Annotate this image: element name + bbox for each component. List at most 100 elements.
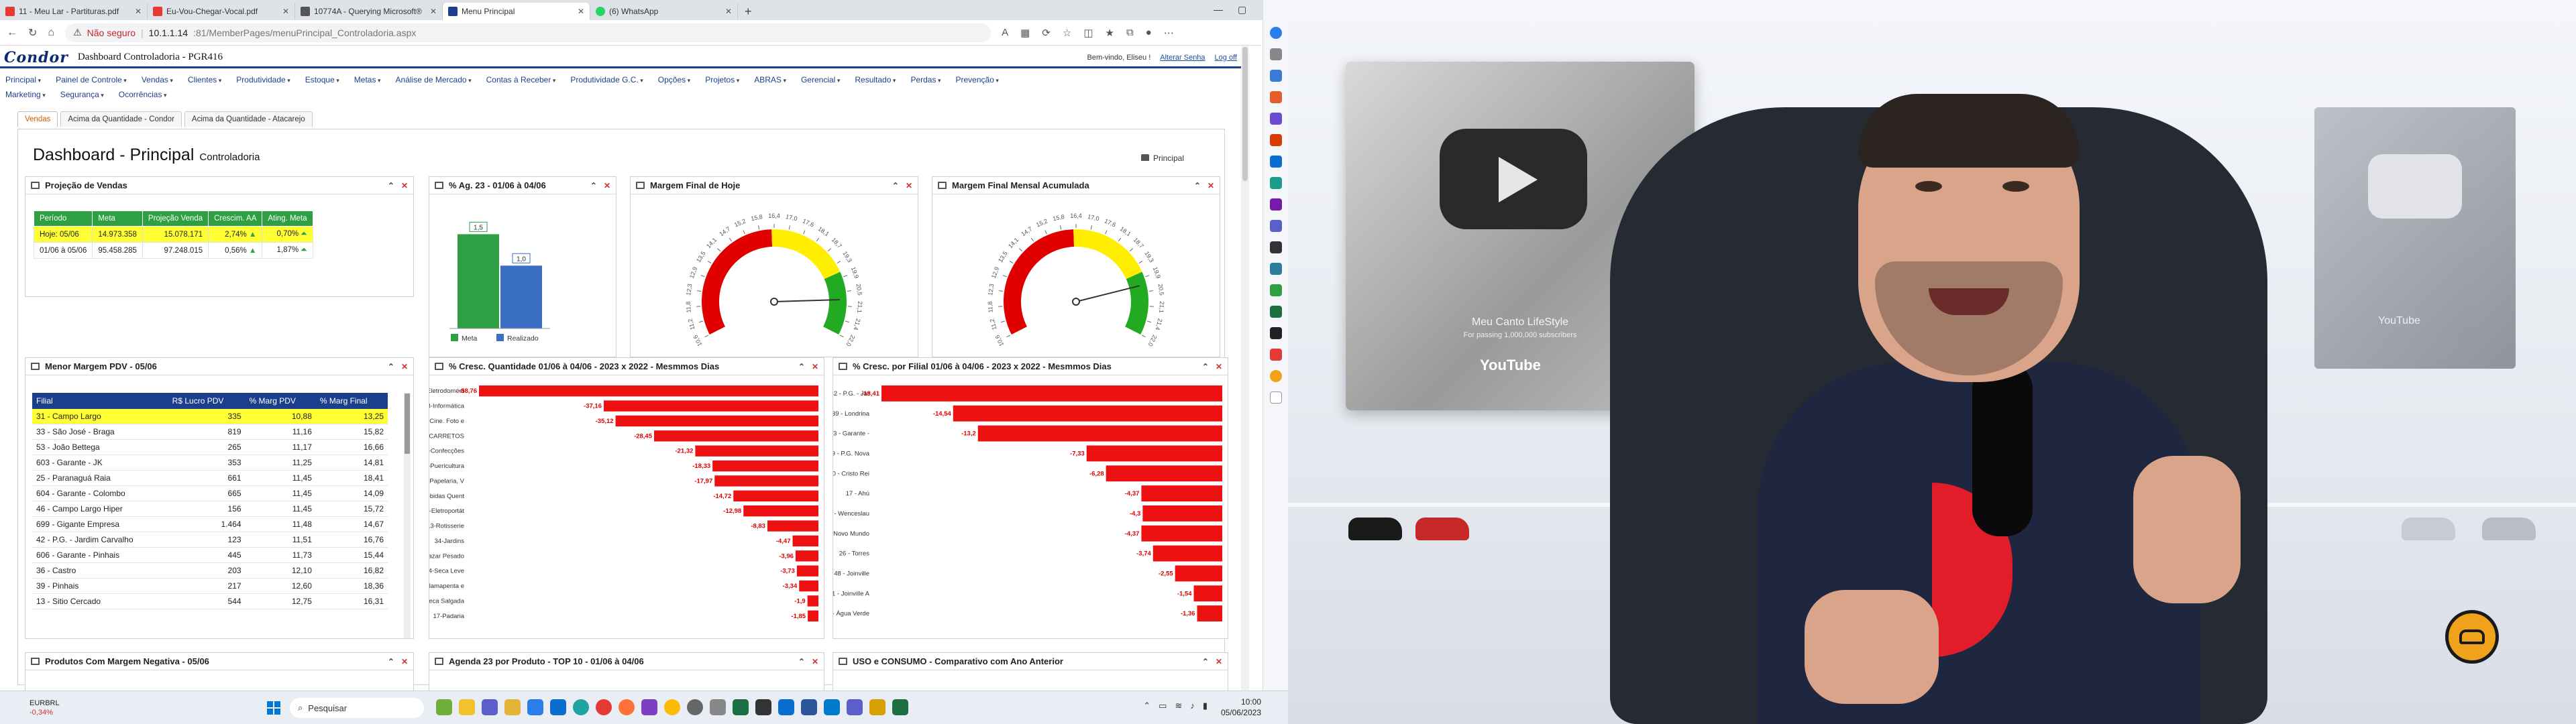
browser-tab-3[interactable]: Menu Principal ✕ [443,3,590,20]
edge-icon[interactable] [573,699,589,715]
table-row[interactable]: 606 - Garante - Pinhais 445 11,73 15,44 [32,547,388,563]
firefox-icon[interactable] [619,699,635,715]
menu-item[interactable]: Painel de Controle [56,75,127,84]
url-field[interactable]: ⚠ Não seguro | 10.1.1.14:81/MemberPages/… [65,23,991,42]
close-icon[interactable]: ✕ [1216,362,1222,371]
breadcrumb[interactable]: Principal [1140,154,1184,163]
chrome-icon[interactable] [596,699,612,715]
taskbar-search[interactable]: ⌕ Pesquisar [290,698,424,718]
back-icon[interactable]: ← [7,27,17,39]
reload-icon[interactable]: ↻ [28,26,37,40]
collapse-icon[interactable]: ⌃ [388,181,394,190]
collapse-icon[interactable]: ⌃ [1194,181,1201,190]
collapse-icon[interactable]: ⌃ [1202,657,1209,666]
column-header[interactable]: R$ Lucro PDV [168,393,246,409]
browser-tab-4[interactable]: (6) WhatsApp ✕ [590,3,738,20]
maximize-icon[interactable]: ▢ [1238,4,1246,15]
drop-icon[interactable] [1269,177,1282,189]
onenote-icon[interactable] [1269,198,1282,210]
menu-item[interactable]: Contas à Receber [486,75,556,84]
refresh-icon[interactable]: ⟳ [1042,27,1051,39]
table-row[interactable]: 604 - Garante - Colombo 665 11,45 14,09 [32,485,388,501]
mail-icon[interactable] [550,699,566,715]
outlook-icon[interactable] [778,699,794,715]
column-header[interactable]: % Marg Final [315,393,388,409]
collapse-icon[interactable]: ⌃ [798,362,805,371]
windows-start-icon[interactable] [267,701,280,715]
powerbi-icon[interactable] [869,699,885,715]
read-aloud-icon[interactable]: A [1002,27,1008,39]
close-icon[interactable]: ✕ [401,362,408,371]
tab-vendas[interactable]: Vendas [17,111,58,127]
table-row[interactable]: 603 - Garante - JK 353 11,25 14,81 [32,455,388,471]
table-row[interactable]: 42 - P.G. - Jardim Carvalho 123 11,51 16,76 [32,532,388,548]
close-icon[interactable]: ✕ [574,7,584,16]
tab-acima-condor[interactable]: Acima da Quantidade - Condor [60,111,182,127]
table-row[interactable]: 33 - São José - Braga 819 11,16 15,82 [32,424,388,440]
add-icon[interactable] [1269,391,1282,404]
collections-icon[interactable]: ⧉ [1126,27,1134,39]
table-row[interactable]: 53 - João Bettega 265 11,17 16,66 [32,439,388,455]
search-icon[interactable] [1269,48,1282,60]
menu-item[interactable]: Estoque [305,75,339,84]
teams-icon[interactable] [1269,220,1282,232]
plant-icon[interactable] [436,699,452,715]
menu-item[interactable]: Prevenção [956,75,999,84]
close-icon[interactable]: ✕ [812,362,818,371]
close-icon[interactable]: ✕ [1208,181,1214,190]
menu-item[interactable]: Opções [658,75,690,84]
wifi-icon[interactable]: ≋ [1175,701,1182,711]
page-scrollbar[interactable] [1241,46,1249,697]
close-icon[interactable]: ✕ [401,181,408,190]
visual-studio-icon[interactable] [641,699,657,715]
close-icon[interactable]: ✕ [1216,657,1222,666]
money-icon[interactable] [1269,284,1282,296]
video-icon[interactable] [1269,349,1282,361]
menu-item[interactable]: Metas [354,75,381,84]
text-icon[interactable] [1269,241,1282,253]
car-icon[interactable] [1269,327,1282,339]
more-icon[interactable]: ⋯ [1164,27,1174,39]
close-icon[interactable]: ✕ [131,7,142,16]
settings-icon[interactable] [687,699,703,715]
excel-icon[interactable] [892,699,908,715]
collapse-icon[interactable]: ⌃ [388,657,394,666]
new-tab-button[interactable]: + [738,3,759,20]
tools-icon[interactable] [1269,91,1282,103]
browser-tab-2[interactable]: 10774A - Querying Microsoft® ✕ [295,3,443,20]
minimize-icon[interactable]: — [1214,4,1223,15]
clock[interactable]: 10:00 05/06/2023 [1221,697,1261,718]
menu-item[interactable]: Segurança [60,90,104,99]
menu-item[interactable]: Análise de Mercado [396,75,472,84]
menu-item[interactable]: Ocorrências [119,90,167,99]
collapse-icon[interactable]: ⌃ [1202,362,1209,371]
column-header[interactable]: % Marg PDV [245,393,316,409]
gear-icon[interactable] [710,699,726,715]
logout-link[interactable]: Log off [1215,54,1237,62]
table-row[interactable]: 31 - Campo Largo 335 10,88 13,25 [32,409,388,424]
image-icon[interactable] [1269,263,1282,275]
favorites-icon[interactable]: ★ [1106,27,1114,39]
close-icon[interactable]: ✕ [721,7,732,16]
apps-icon[interactable]: ▦ [1020,27,1030,39]
column-header[interactable]: Filial [32,393,168,409]
condor-logo[interactable]: Condor [4,49,68,66]
collapse-icon[interactable]: ⌃ [388,362,394,371]
excel-icon[interactable] [1269,306,1282,318]
stock-widget[interactable]: EURBRL -0,34% [0,699,80,717]
change-password-link[interactable]: Alterar Senha [1160,54,1205,62]
games-icon[interactable] [1269,113,1282,125]
close-icon[interactable]: ✕ [426,7,437,16]
close-icon[interactable]: ✕ [906,181,912,190]
file-explorer-icon[interactable] [459,699,475,715]
menu-item[interactable]: Projetos [705,75,739,84]
office-icon[interactable] [1269,134,1282,146]
close-icon[interactable]: ✕ [401,657,408,666]
menu-item[interactable]: Principal [5,75,41,84]
folder-icon[interactable] [504,699,521,715]
menu-item[interactable]: Resultado [855,75,896,84]
profile-icon[interactable]: ● [1146,27,1152,39]
tab-acima-atacarejo[interactable]: Acima da Quantidade - Atacarejo [184,111,313,127]
collapse-icon[interactable]: ⌃ [590,181,597,190]
favorite-icon[interactable]: ☆ [1063,27,1071,39]
